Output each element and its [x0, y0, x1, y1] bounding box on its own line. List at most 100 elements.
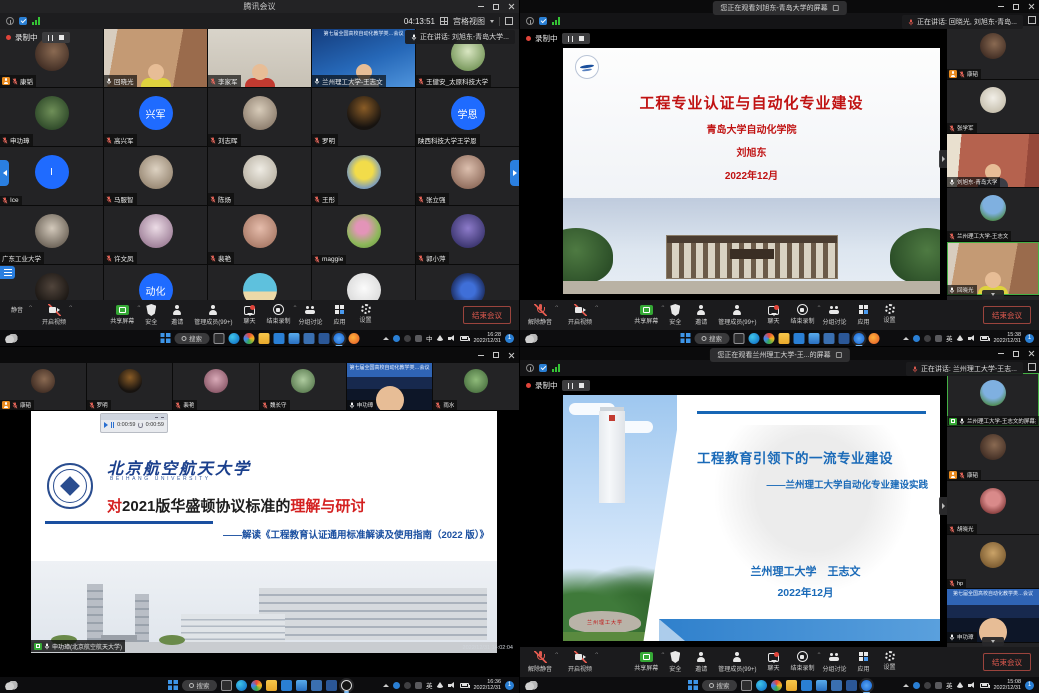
taskbar-app-icon[interactable] — [771, 680, 782, 691]
sidebar-more-button[interactable] — [982, 637, 1004, 646]
taskbar-app-icon[interactable] — [846, 680, 857, 691]
participant-tile[interactable]: 兴军 高兴军 — [104, 88, 207, 146]
tray-expand-icon[interactable] — [903, 684, 909, 687]
participant-tile[interactable]: 裴艳 — [208, 206, 311, 264]
taskbar-app-icon[interactable] — [318, 333, 329, 344]
end-meeting-button[interactable]: 结束会议 — [983, 306, 1031, 324]
security-shield-icon[interactable] — [539, 364, 547, 372]
participant-tile[interactable]: 张学军 — [947, 80, 1039, 133]
participant-tile[interactable]: 刘旭东-青岛大学 — [947, 134, 1039, 187]
participant-tile[interactable]: 雨水 — [433, 363, 519, 410]
input-language[interactable]: 英 — [426, 680, 433, 690]
participant-tile[interactable]: 马服智 — [104, 147, 207, 205]
member-list-toggle-button[interactable] — [0, 266, 15, 279]
meeting-info-icon[interactable] — [6, 17, 14, 25]
participant-tile[interactable]: I Ice — [0, 147, 103, 205]
battery-icon[interactable] — [980, 336, 989, 341]
toolbar-item[interactable]: ^ 共享屏幕 — [634, 304, 658, 326]
taskbar-app-icon[interactable] — [786, 680, 797, 691]
taskbar-search[interactable]: 搜索 — [174, 333, 209, 344]
participant-tile[interactable]: 申功璋 — [0, 88, 103, 146]
taskbar-clock[interactable]: 16:36 2022/12/31 — [473, 679, 501, 692]
end-meeting-button[interactable]: 结束会议 — [463, 306, 511, 324]
caret-icon[interactable]: ^ — [294, 306, 297, 310]
stop-recording-icon[interactable] — [579, 36, 585, 42]
taskbar-app-icon[interactable] — [733, 333, 744, 344]
toolbar-item[interactable]: ^ 结束录制 — [790, 304, 814, 326]
caret-icon[interactable]: ^ — [595, 306, 598, 310]
tray-icon[interactable] — [913, 682, 920, 689]
close-icon[interactable] — [161, 417, 164, 418]
taskbar-app-icon[interactable] — [326, 680, 337, 691]
fullscreen-icon[interactable] — [505, 17, 513, 25]
wifi-icon[interactable] — [956, 682, 964, 688]
tray-icon[interactable] — [913, 335, 920, 342]
taskbar-app-icon[interactable] — [838, 333, 849, 344]
input-language[interactable]: 英 — [946, 680, 953, 690]
toolbar-item[interactable]: 设置 — [881, 651, 899, 673]
toolbar-item[interactable]: 邀请 — [692, 304, 710, 326]
taskbar-app-icon[interactable] — [823, 333, 834, 344]
participant-tile[interactable]: 第七届全国高校自动化教学类…会议 兰州理工大学-王志文 — [312, 29, 415, 87]
taskbar-app-icon[interactable] — [333, 333, 344, 344]
toolbar-item[interactable]: ^ 开启视频 — [42, 304, 66, 326]
notification-badge[interactable]: 1 — [505, 681, 514, 690]
toolbar-item[interactable]: 管理成员(99+) — [718, 304, 756, 326]
taskbar-app-icon[interactable] — [831, 680, 842, 691]
stop-recording-icon[interactable] — [579, 383, 585, 389]
input-language[interactable]: 英 — [946, 333, 953, 343]
taskbar-app-icon[interactable] — [756, 680, 767, 691]
taskbar-app-icon[interactable] — [763, 333, 774, 344]
start-button-icon[interactable] — [160, 333, 170, 343]
minimize-icon[interactable] — [155, 417, 158, 418]
close-icon[interactable] — [1028, 3, 1035, 10]
minimize-icon[interactable] — [998, 6, 1004, 7]
caret-icon[interactable]: ^ — [661, 306, 664, 310]
wifi-icon[interactable] — [436, 335, 444, 341]
participant-tile[interactable]: 王彤 — [312, 147, 415, 205]
participant-tile[interactable]: 广东工业大学 — [0, 206, 103, 264]
participant-tile[interactable]: 学恩 陕西科技大学王学恩 — [416, 88, 519, 146]
close-icon[interactable] — [508, 352, 515, 359]
taskbar-clock[interactable]: 16:28 2022/12/31 — [473, 332, 501, 345]
taskbar-app-icon[interactable] — [748, 333, 759, 344]
toolbar-item[interactable]: 分组讨论 — [822, 651, 846, 673]
caret-icon[interactable]: ^ — [137, 306, 140, 310]
taskbar-app-icon[interactable] — [251, 680, 262, 691]
minimize-icon[interactable] — [478, 355, 484, 356]
screen-recorder-widget[interactable]: 0:00:59 0:00:59 — [100, 413, 168, 433]
weather-icon[interactable] — [525, 334, 538, 343]
caret-icon[interactable]: ^ — [661, 653, 664, 657]
taskbar-app-icon[interactable] — [793, 333, 804, 344]
volume-icon[interactable] — [448, 682, 456, 689]
fullscreen-icon[interactable] — [1028, 363, 1036, 371]
battery-icon[interactable] — [460, 336, 469, 341]
page-prev-button[interactable] — [0, 160, 9, 186]
meeting-info-icon[interactable] — [526, 17, 534, 25]
participant-tile[interactable]: 陈炀 — [208, 147, 311, 205]
weather-icon[interactable] — [5, 681, 18, 690]
volume-icon[interactable] — [968, 682, 976, 689]
participant-tile[interactable]: 动化 — [104, 265, 207, 300]
taskbar-app-icon[interactable] — [778, 333, 789, 344]
pause-icon[interactable] — [111, 422, 114, 428]
participant-tile[interactable]: 李家军 — [208, 29, 311, 87]
taskbar-app-icon[interactable] — [741, 680, 752, 691]
participant-tile[interactable]: 裴艳 — [173, 363, 259, 410]
caret-icon[interactable]: ^ — [555, 306, 558, 310]
restart-icon[interactable] — [138, 422, 142, 428]
participant-tile[interactable]: 康韬 — [947, 26, 1039, 79]
volume-icon[interactable] — [968, 335, 976, 342]
participant-tile[interactable]: 兰州理工大学-王志文 — [947, 188, 1039, 241]
taskbar-app-icon[interactable] — [868, 333, 879, 344]
toolbar-item[interactable]: 安全 — [142, 304, 160, 326]
close-icon[interactable] — [1028, 350, 1035, 357]
toolbar-item[interactable]: ^ 共享屏幕 — [634, 651, 658, 673]
pause-recording-icon[interactable] — [48, 35, 53, 41]
toolbar-item[interactable]: 分组讨论 — [298, 304, 322, 326]
tray-expand-icon[interactable] — [383, 337, 389, 340]
taskbar-app-icon[interactable] — [311, 680, 322, 691]
taskbar-app-icon[interactable] — [266, 680, 277, 691]
participant-tile[interactable]: 康韬 — [947, 427, 1039, 480]
caret-icon[interactable]: ^ — [595, 653, 598, 657]
